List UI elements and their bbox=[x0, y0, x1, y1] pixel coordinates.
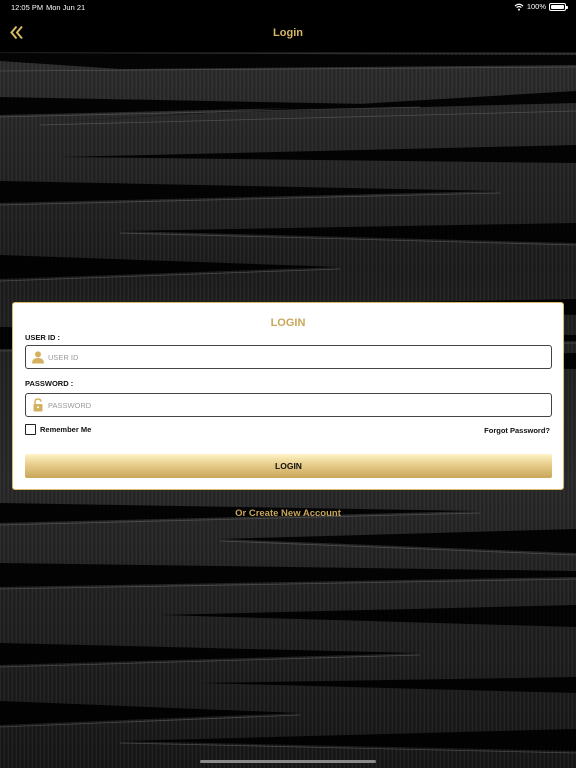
password-field[interactable] bbox=[25, 393, 552, 417]
login-card: LOGIN USER ID : PASSWORD : Remember Me F… bbox=[12, 302, 564, 490]
wifi-icon bbox=[514, 3, 524, 11]
user-id-field[interactable] bbox=[25, 345, 552, 369]
status-right: 100% bbox=[514, 2, 568, 11]
home-indicator bbox=[200, 760, 376, 763]
battery-icon bbox=[549, 2, 568, 11]
status-date: Mon Jun 21 bbox=[46, 3, 86, 12]
create-account-link[interactable]: Or Create New Account bbox=[0, 508, 576, 519]
nav-bar: Login bbox=[0, 16, 576, 53]
remember-me-checkbox[interactable] bbox=[25, 424, 36, 435]
unlock-icon bbox=[33, 398, 43, 412]
forgot-password-link[interactable]: Forgot Password? bbox=[484, 426, 550, 435]
card-title: LOGIN bbox=[270, 317, 306, 329]
remember-me-toggle[interactable]: Remember Me bbox=[25, 424, 91, 435]
password-input[interactable] bbox=[48, 397, 543, 413]
user-icon bbox=[32, 351, 44, 364]
login-button[interactable]: LOGIN bbox=[25, 454, 552, 478]
password-label: PASSWORD : bbox=[25, 379, 74, 388]
status-time: 12:05 PM bbox=[11, 3, 44, 12]
status-bar: 12:05 PM Mon Jun 21 100% bbox=[0, 0, 576, 16]
battery-percent: 100% bbox=[526, 2, 546, 11]
page-title: Login bbox=[273, 27, 303, 39]
remember-me-label: Remember Me bbox=[40, 425, 92, 434]
user-id-label: USER ID : bbox=[25, 333, 61, 342]
user-id-input[interactable] bbox=[48, 349, 543, 365]
